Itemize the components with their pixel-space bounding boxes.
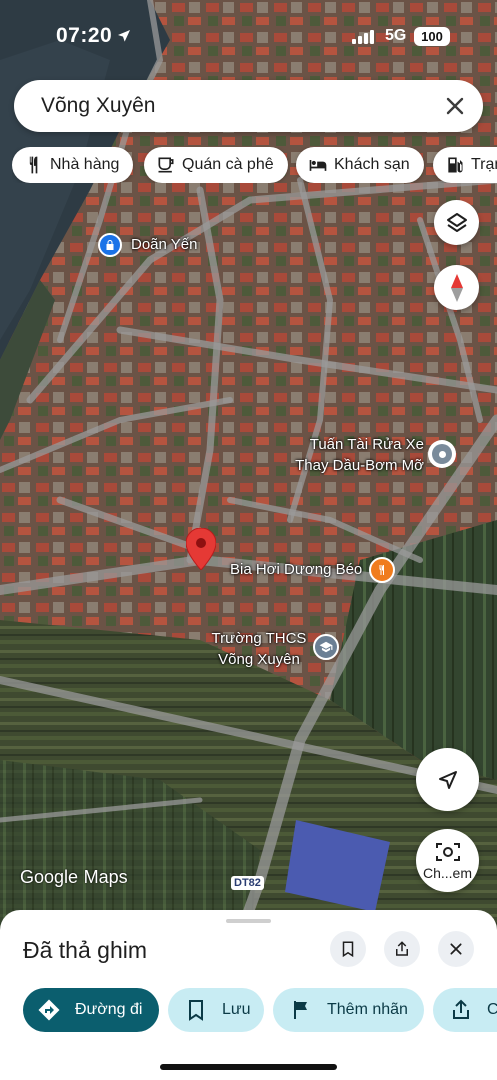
search-bar[interactable]: Võng Xuyên [14, 80, 483, 132]
map-label-school[interactable]: Trường THCS Võng Xuyên [206, 628, 312, 670]
lock-icon [106, 240, 114, 250]
share-icon-button[interactable] [384, 931, 420, 967]
google-wordmark: Google [20, 867, 79, 887]
close-icon[interactable] [443, 94, 467, 118]
status-bar: 07:20 5G 100 [0, 0, 497, 70]
sheet-title: Đã thả ghim [23, 937, 148, 963]
share-button[interactable]: Chia sẻ [433, 988, 497, 1032]
chip-cafes[interactable]: Quán cà phê [144, 147, 288, 183]
layers-icon [446, 212, 467, 232]
restaurant-poi-icon[interactable] [369, 557, 395, 583]
gas-station-icon [448, 157, 463, 173]
status-time: 07:20 [56, 24, 113, 47]
chip-label: Trạm [471, 156, 497, 173]
battery-indicator: 100 [414, 27, 450, 46]
save-button[interactable]: Lưu [168, 988, 264, 1032]
home-indicator[interactable] [160, 1064, 337, 1070]
blue-location-icon[interactable] [98, 233, 122, 257]
service-poi-icon[interactable] [428, 440, 456, 468]
fork-knife-icon [379, 565, 384, 575]
map-label-beer[interactable]: Bia Hơi Dương Béo [230, 561, 362, 578]
add-label-label: Thêm nhãn [327, 1001, 408, 1018]
school-poi-icon[interactable] [313, 634, 339, 660]
road-badge: DT82 [231, 876, 264, 890]
close-sheet-button[interactable] [438, 931, 474, 967]
share-icon [396, 941, 408, 956]
chip-label: Quán cà phê [182, 156, 274, 173]
dropped-pin-icon[interactable] [186, 528, 216, 570]
chip-hotels[interactable]: Khách sạn [296, 147, 424, 183]
directions-label: Đường đi [75, 1001, 143, 1018]
share-icon [453, 999, 469, 1019]
location-arrow-icon [118, 30, 130, 42]
camera-search-button[interactable]: Ch...em [416, 829, 479, 892]
close-icon [450, 943, 462, 955]
directions-button[interactable]: Đường đi [23, 988, 159, 1032]
chip-label: Nhà hàng [50, 156, 120, 173]
network-type: 5G [385, 27, 407, 44]
category-chips: Nhà hàng Quán cà phê Khách sạn Trạm [12, 147, 497, 183]
restaurant-icon [29, 156, 38, 174]
chip-restaurants[interactable]: Nhà hàng [12, 147, 134, 183]
save-label: Lưu [222, 1001, 251, 1018]
compass-icon [450, 273, 463, 302]
add-label-button[interactable]: Thêm nhãn [273, 988, 424, 1032]
bookmark-icon [342, 941, 354, 958]
bottom-sheet[interactable]: Đã thả ghim Đường đi Lưu Thêm nhãn Chia … [0, 910, 497, 1080]
google-maps-logo: Google Maps [20, 866, 128, 889]
navigation-arrow-icon [438, 770, 457, 789]
map-label-doan-yen[interactable]: Doãn Yến [131, 236, 197, 253]
cellular-signal-icon [352, 30, 374, 44]
camera-icon [435, 843, 460, 861]
hotel-icon [309, 160, 327, 171]
compass-button[interactable] [434, 265, 479, 310]
save-icon-button[interactable] [330, 931, 366, 967]
bookmark-icon [189, 1000, 203, 1021]
chip-gas-stations[interactable]: Trạm [433, 147, 497, 183]
drag-handle[interactable] [226, 919, 271, 923]
graduation-cap-icon [319, 641, 333, 653]
camera-button-label: Ch...em [422, 865, 472, 881]
directions-icon [38, 999, 60, 1021]
search-query[interactable]: Võng Xuyên [41, 94, 155, 118]
maps-wordmark: Maps [83, 867, 128, 887]
my-location-button[interactable] [416, 748, 479, 811]
chip-label: Khách sạn [334, 156, 410, 173]
coffee-icon [158, 157, 174, 173]
layers-button[interactable] [434, 200, 479, 245]
map-label-car-wash[interactable]: Tuấn Tài Rửa Xe Thay Dầu-Bơm Mỡ [280, 434, 424, 476]
flag-icon [294, 1001, 307, 1019]
share-label: Chia sẻ [487, 1001, 497, 1018]
